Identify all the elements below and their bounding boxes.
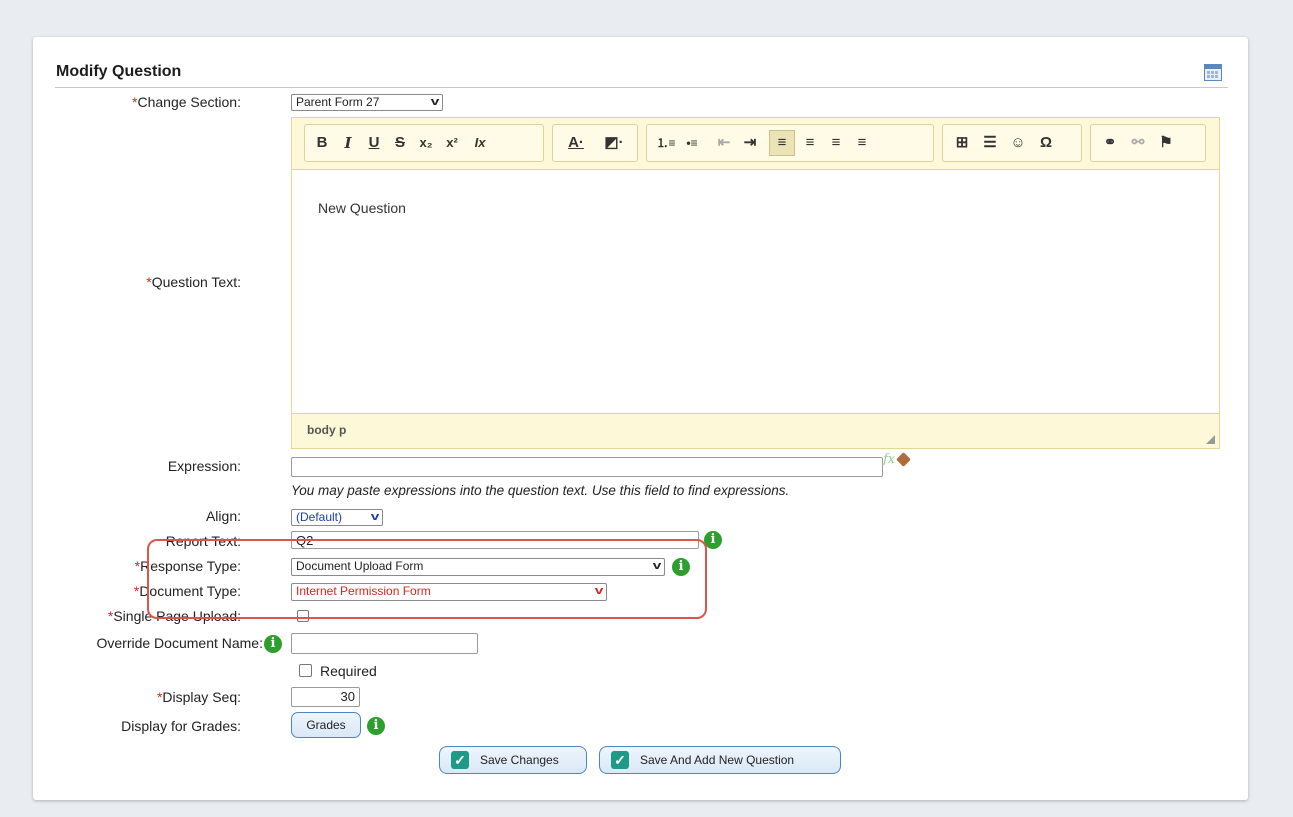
justify-button[interactable]: ≡ xyxy=(849,125,875,161)
expression-input[interactable] xyxy=(291,457,883,477)
override-document-name-label: Override Document Name: xyxy=(96,635,263,651)
italic-button[interactable]: I xyxy=(335,125,361,161)
special-char-button[interactable]: Ω xyxy=(1033,125,1059,161)
text-color-button[interactable]: A· xyxy=(559,125,593,161)
required-label: Required xyxy=(320,663,377,679)
superscript-button[interactable]: x² xyxy=(439,125,465,161)
display-seq-input[interactable]: 30 xyxy=(291,687,360,707)
horizontal-rule-button[interactable]: ☰ xyxy=(977,125,1003,161)
toolbar-group-paragraph: ⒈≡ •≡ ⇤ ⇥ ≡ ≡ ≡ ≡ xyxy=(646,124,934,162)
panel-title: Modify Question xyxy=(56,63,182,80)
checkmark-icon: ✓ xyxy=(451,751,469,769)
title-divider xyxy=(55,87,1228,88)
expression-hint: You may paste expressions into the quest… xyxy=(291,483,790,498)
indent-button[interactable]: ⇥ xyxy=(737,125,763,161)
chevron-down-icon: v xyxy=(430,96,440,108)
bold-button[interactable]: B xyxy=(309,125,335,161)
change-section-select[interactable]: Parent Form 27 v xyxy=(291,94,443,111)
remove-format-button[interactable]: Ix xyxy=(467,125,493,161)
grades-info-icon[interactable]: i xyxy=(367,717,385,735)
editor-statusbar: body p xyxy=(292,413,1219,448)
link-button[interactable]: ⚭ xyxy=(1097,125,1123,161)
toolbar-group-insert: ⊞ ☰ ☺ Ω xyxy=(942,124,1082,162)
save-and-add-button[interactable]: ✓ Save And Add New Question xyxy=(599,746,841,774)
toolbar-group-color: A· ◩· xyxy=(552,124,638,162)
display-seq-label: *Display Seq: xyxy=(156,689,241,705)
table-button[interactable]: ⊞ xyxy=(949,125,975,161)
element-path[interactable]: body p xyxy=(307,423,346,437)
editor-toolbar: B I U S x₂ x² Ix A· ◩· ⒈≡ •≡ ⇤ ⇥ ≡ ≡ ≡ ≡ xyxy=(292,118,1219,170)
editor-content[interactable]: New Question xyxy=(318,200,406,216)
align-left-button[interactable]: ≡ xyxy=(769,130,795,156)
checkmark-icon: ✓ xyxy=(611,751,629,769)
save-and-add-label: Save And Add New Question xyxy=(640,753,795,767)
bg-color-button[interactable]: ◩· xyxy=(597,125,631,161)
align-right-button[interactable]: ≡ xyxy=(823,125,849,161)
bullet-list-button[interactable]: •≡ xyxy=(679,125,705,161)
toolbar-group-basic: B I U S x₂ x² Ix xyxy=(304,124,544,162)
underline-button[interactable]: U xyxy=(361,125,387,161)
save-changes-button[interactable]: ✓ Save Changes xyxy=(439,746,587,774)
override-document-name-input[interactable] xyxy=(291,633,478,654)
change-section-value: Parent Form 27 xyxy=(296,95,380,109)
required-checkbox[interactable] xyxy=(299,664,312,677)
align-value: (Default) xyxy=(296,510,343,524)
modify-question-panel: Modify Question *Change Section: Parent … xyxy=(33,37,1248,800)
align-select[interactable]: (Default) v xyxy=(291,509,383,526)
display-for-grades-label: Display for Grades: xyxy=(121,718,241,734)
question-text-label: *Question Text: xyxy=(146,274,241,290)
toolbar-group-link: ⚭ ⚯ ⚑ xyxy=(1090,124,1206,162)
smiley-button[interactable]: ☺ xyxy=(1005,125,1031,161)
anchor-button[interactable]: ⚑ xyxy=(1153,125,1179,161)
chevron-down-icon: v xyxy=(370,511,380,523)
highlight-annotation xyxy=(147,539,707,619)
expression-label: Expression: xyxy=(167,458,241,474)
strikethrough-button[interactable]: S xyxy=(387,125,413,161)
rich-text-editor[interactable]: B I U S x₂ x² Ix A· ◩· ⒈≡ •≡ ⇤ ⇥ ≡ ≡ ≡ ≡ xyxy=(291,117,1220,449)
unlink-button[interactable]: ⚯ xyxy=(1125,125,1151,161)
align-label: Align: xyxy=(205,508,241,524)
cube-icon[interactable] xyxy=(896,452,911,467)
align-center-button[interactable]: ≡ xyxy=(797,125,823,161)
grades-button[interactable]: Grades xyxy=(291,712,361,738)
save-changes-label: Save Changes xyxy=(480,753,559,767)
resize-handle-icon[interactable] xyxy=(1206,435,1215,444)
outdent-button[interactable]: ⇤ xyxy=(711,125,737,161)
calendar-icon[interactable] xyxy=(1204,64,1222,81)
change-section-label: *Change Section: xyxy=(132,94,241,110)
subscript-button[interactable]: x₂ xyxy=(413,125,439,161)
numbered-list-button[interactable]: ⒈≡ xyxy=(653,125,679,161)
override-name-info-icon[interactable]: i xyxy=(264,635,282,653)
fx-icon[interactable]: fx xyxy=(883,452,895,467)
